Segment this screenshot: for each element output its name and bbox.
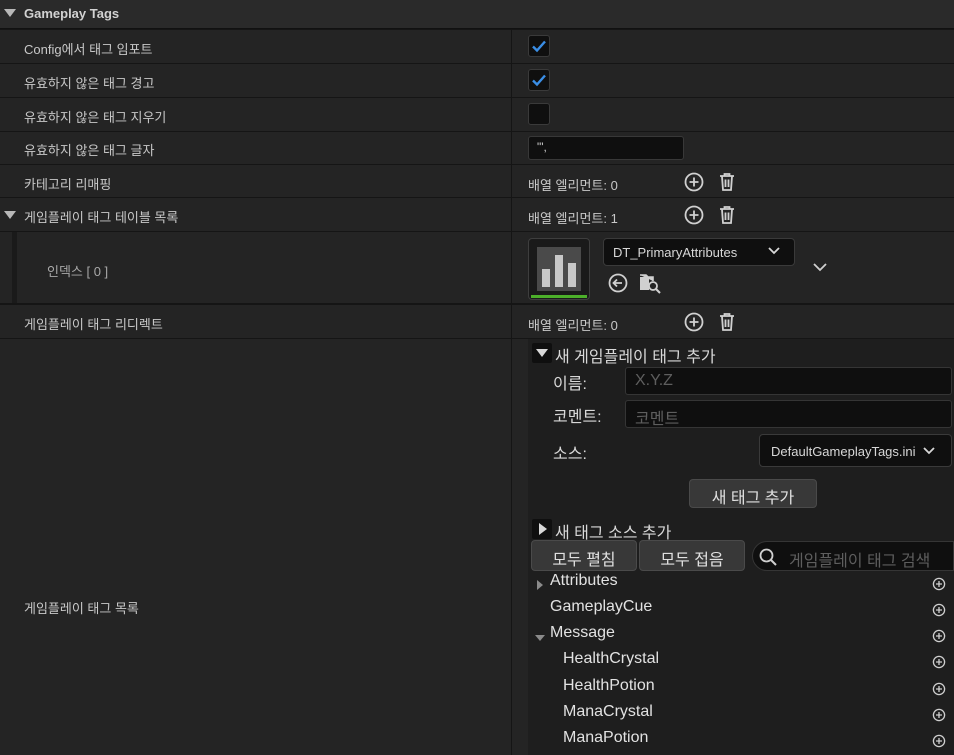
search-placeholder: 게임플레이 태그 검색 [789,553,931,570]
tag-tree-item[interactable]: HealthCrystal [530,650,954,676]
row-category-remap: 카테고리 리매핑 배열 엘리먼트: 0 [0,165,954,198]
row-import-config: Config에서 태그 임포트 [0,30,954,64]
add-subtag-icon[interactable] [932,734,946,748]
add-tag-expander[interactable] [532,343,552,363]
add-element-icon[interactable] [683,204,705,226]
asset-type-bar [531,295,587,298]
triangle-down-icon[interactable] [534,632,546,644]
table-list-label: 게임플레이 태그 테이블 목록 [24,210,179,225]
triangle-right-icon[interactable] [534,579,546,591]
use-selected-asset-icon[interactable] [607,272,629,294]
tag-name: HealthPotion [563,677,655,694]
tag-name: Attributes [550,572,618,589]
collapse-all-button[interactable]: 모두 접음 [639,540,745,571]
section-title: Gameplay Tags [24,6,120,21]
triangle-right-icon [539,523,547,535]
row-label-cell: 인덱스 [ 0 ] [0,232,512,303]
row-warn-invalid: 유효하지 않은 태그 경고 [0,64,954,98]
add-subtag-icon[interactable] [932,577,946,591]
tag-search-input[interactable]: 게임플레이 태그 검색 [752,541,954,571]
add-tag-header: 새 게임플레이 태그 추가 [555,349,716,366]
category-remap-label: 카테고리 리매핑 [24,177,112,192]
comment-label: 코멘트: [553,409,602,426]
add-element-icon[interactable] [683,171,705,193]
row-index-0: 인덱스 [ 0 ] [0,232,954,304]
chevron-down-icon [768,247,780,255]
tag-comment-input[interactable]: 코멘트 [625,400,952,428]
tag-name: Message [550,624,615,641]
triangle-down-icon [536,349,548,357]
row-label-cell: 게임플레이 태그 리디렉트 [0,305,512,338]
tag-name: GameplayCue [550,598,653,615]
tag-tree-item[interactable]: ManaCrystal [530,703,954,729]
datatable-icon [537,247,581,291]
expand-triangle-icon[interactable] [4,211,16,219]
collapse-triangle-icon[interactable] [4,9,16,17]
gameplay-tags-section-header[interactable]: Gameplay Tags [0,0,954,29]
tag-name: ManaPotion [563,729,649,746]
add-subtag-icon[interactable] [932,682,946,696]
row-label-cell: 유효하지 않은 태그 경고 [0,64,512,97]
row-label-cell: 유효하지 않은 태그 지우기 [0,98,512,131]
clear-invalid-checkbox[interactable] [528,103,550,125]
add-element-icon[interactable] [683,311,705,333]
row-table-list: 게임플레이 태그 테이블 목록 배열 엘리먼트: 1 [0,198,954,232]
tag-list-label: 게임플레이 태그 목록 [24,601,139,616]
source-dropdown[interactable]: DefaultGameplayTags.ini [759,434,952,467]
trash-icon[interactable] [716,204,738,226]
import-config-checkbox[interactable] [528,35,550,57]
chevron-down-icon [923,447,935,455]
asset-picker-combo[interactable]: DT_PrimaryAttributes [603,238,795,266]
row-invalid-chars: 유효하지 않은 태그 글자 "', [0,132,954,165]
invalid-chars-label: 유효하지 않은 태그 글자 [24,143,155,158]
add-subtag-icon[interactable] [932,655,946,669]
tag-name-input[interactable]: X.Y.Z [625,367,952,395]
expand-all-button[interactable]: 모두 펼침 [531,540,637,571]
asset-thumbnail[interactable] [528,238,590,300]
indent-bar [12,232,17,303]
row-label-cell: 카테고리 리매핑 [0,165,512,197]
row-label-cell: 게임플레이 태그 목록 [0,339,512,755]
array-count: 배열 엘리먼트: 0 [528,318,618,333]
trash-icon[interactable] [716,311,738,333]
row-redirects: 게임플레이 태그 리디렉트 배열 엘리먼트: 0 [0,305,954,339]
invalid-chars-input[interactable]: "', [528,136,684,160]
array-count: 배열 엘리먼트: 1 [528,211,618,226]
row-clear-invalid: 유효하지 않은 태그 지우기 [0,98,954,132]
add-subtag-icon[interactable] [932,603,946,617]
name-label: 이름: [553,376,587,393]
index-label: 인덱스 [ 0 ] [47,264,109,279]
tag-tree-item[interactable]: ManaPotion [530,729,954,755]
add-source-expander[interactable] [532,519,552,539]
browse-asset-icon[interactable] [638,271,662,295]
warn-invalid-checkbox[interactable] [528,69,550,91]
clear-invalid-label: 유효하지 않은 태그 지우기 [24,110,167,125]
array-count: 배열 엘리먼트: 0 [528,178,618,193]
chevron-down-icon[interactable] [813,263,827,273]
check-icon [532,40,546,53]
search-icon [759,548,777,566]
add-subtag-icon[interactable] [932,708,946,722]
add-new-tag-button[interactable]: 새 태그 추가 [689,479,817,508]
tag-tree-item[interactable]: Attributes [530,572,954,598]
check-icon [532,74,546,87]
add-subtag-icon[interactable] [932,629,946,643]
source-label: 소스: [553,446,587,463]
warn-invalid-label: 유효하지 않은 태그 경고 [24,76,155,91]
tag-name: HealthCrystal [563,650,660,667]
row-label-cell: 게임플레이 태그 테이블 목록 [0,198,512,231]
row-label-cell: 유효하지 않은 태그 글자 [0,132,512,164]
tag-tree-item[interactable]: HealthPotion [530,677,954,703]
tag-name: ManaCrystal [563,703,653,720]
tag-tree-item[interactable]: GameplayCue [530,598,954,624]
asset-name: DT_PrimaryAttributes [613,245,738,260]
source-value: DefaultGameplayTags.ini [771,444,916,459]
redirects-label: 게임플레이 태그 리디렉트 [24,317,163,332]
tag-tree-item[interactable]: Message [530,624,954,650]
row-label-cell: Config에서 태그 임포트 [0,30,512,63]
import-config-label: Config에서 태그 임포트 [24,42,153,57]
trash-icon[interactable] [716,171,738,193]
